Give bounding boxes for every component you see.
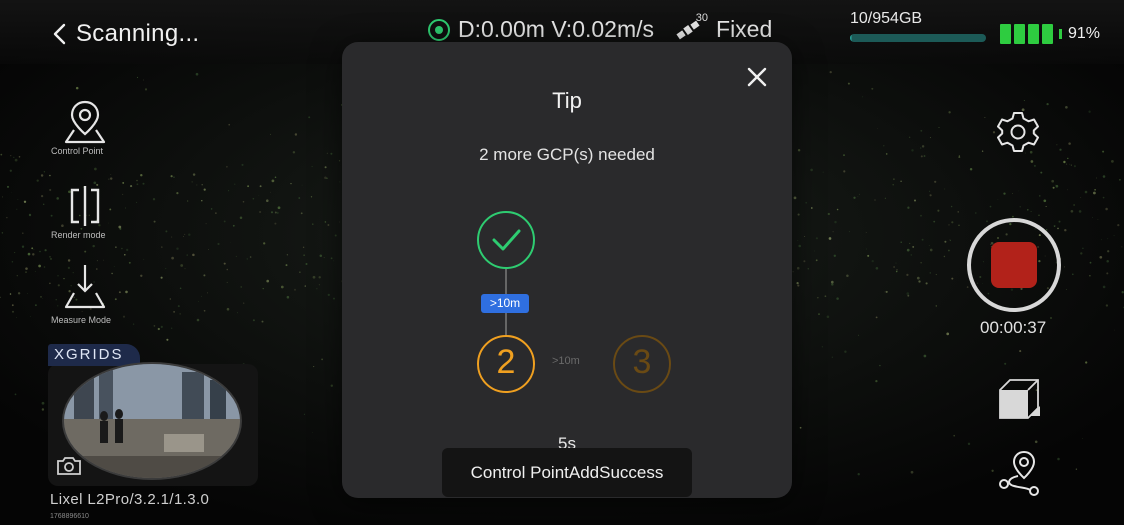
check-icon xyxy=(492,229,521,251)
brand-logo: XGRIDS xyxy=(54,346,124,363)
brand-tab: XGRIDS xyxy=(48,344,140,366)
control-point-button[interactable]: Control Point xyxy=(40,98,130,156)
gear-icon[interactable] xyxy=(995,109,1041,155)
gps-signal-icon xyxy=(428,18,450,41)
render-mode-label: Render mode xyxy=(51,230,106,240)
battery-percent: 91% xyxy=(1068,25,1101,42)
record-timer: 00:00:37 xyxy=(980,318,1047,337)
gnss-status: D:0.00m V:0.02m/s 30 Fixed xyxy=(428,12,773,43)
satellite-count: 30 xyxy=(695,11,709,24)
page-title: Scanning... xyxy=(76,20,200,47)
chevron-left-icon xyxy=(53,23,66,45)
fix-status: Fixed xyxy=(716,16,773,42)
measure-icon xyxy=(64,265,106,309)
step-2-distance: >10m xyxy=(552,355,580,367)
battery-indicator: 91% xyxy=(1000,24,1100,44)
tip-dialog: Tip 2 more GCP(s) needed >10m 2 >10m 3 5… xyxy=(342,42,792,498)
step-1-done-circle xyxy=(477,211,535,269)
device-info: Lixel L2Pro/3.2.1/1.3.0 xyxy=(50,491,210,508)
satellite-icon: 30 xyxy=(674,12,708,42)
render-mode-button[interactable]: Render mode xyxy=(40,184,130,240)
battery-icon xyxy=(1000,24,1053,44)
success-toast: Control PointAddSuccess xyxy=(442,448,692,497)
location-pin-icon xyxy=(64,100,106,144)
step-2-number: 2 xyxy=(496,343,516,381)
back-button[interactable]: Scanning... xyxy=(52,20,199,48)
gps-readout: D:0.00m V:0.02m/s xyxy=(458,16,655,42)
storage-indicator: 10/954GB xyxy=(850,10,986,42)
device-serial: 1768896610 xyxy=(50,513,89,520)
fisheye-image xyxy=(62,362,242,480)
cube-icon[interactable] xyxy=(994,376,1042,422)
record-stop-button[interactable] xyxy=(967,218,1061,312)
measure-mode-button[interactable]: Measure Mode xyxy=(40,263,130,325)
step-1-distance-tag: >10m xyxy=(481,294,529,313)
storage-text: 10/954GB xyxy=(850,10,923,27)
control-point-label: Control Point xyxy=(51,146,104,156)
render-mode-icon xyxy=(70,186,100,226)
stop-icon xyxy=(991,242,1037,288)
storage-bar xyxy=(850,34,986,42)
camera-icon[interactable] xyxy=(56,456,82,476)
gcp-progress-diagram xyxy=(477,211,671,393)
step-3-number: 3 xyxy=(632,343,652,381)
measure-mode-label: Measure Mode xyxy=(51,315,112,325)
route-pin-icon[interactable] xyxy=(996,450,1040,496)
